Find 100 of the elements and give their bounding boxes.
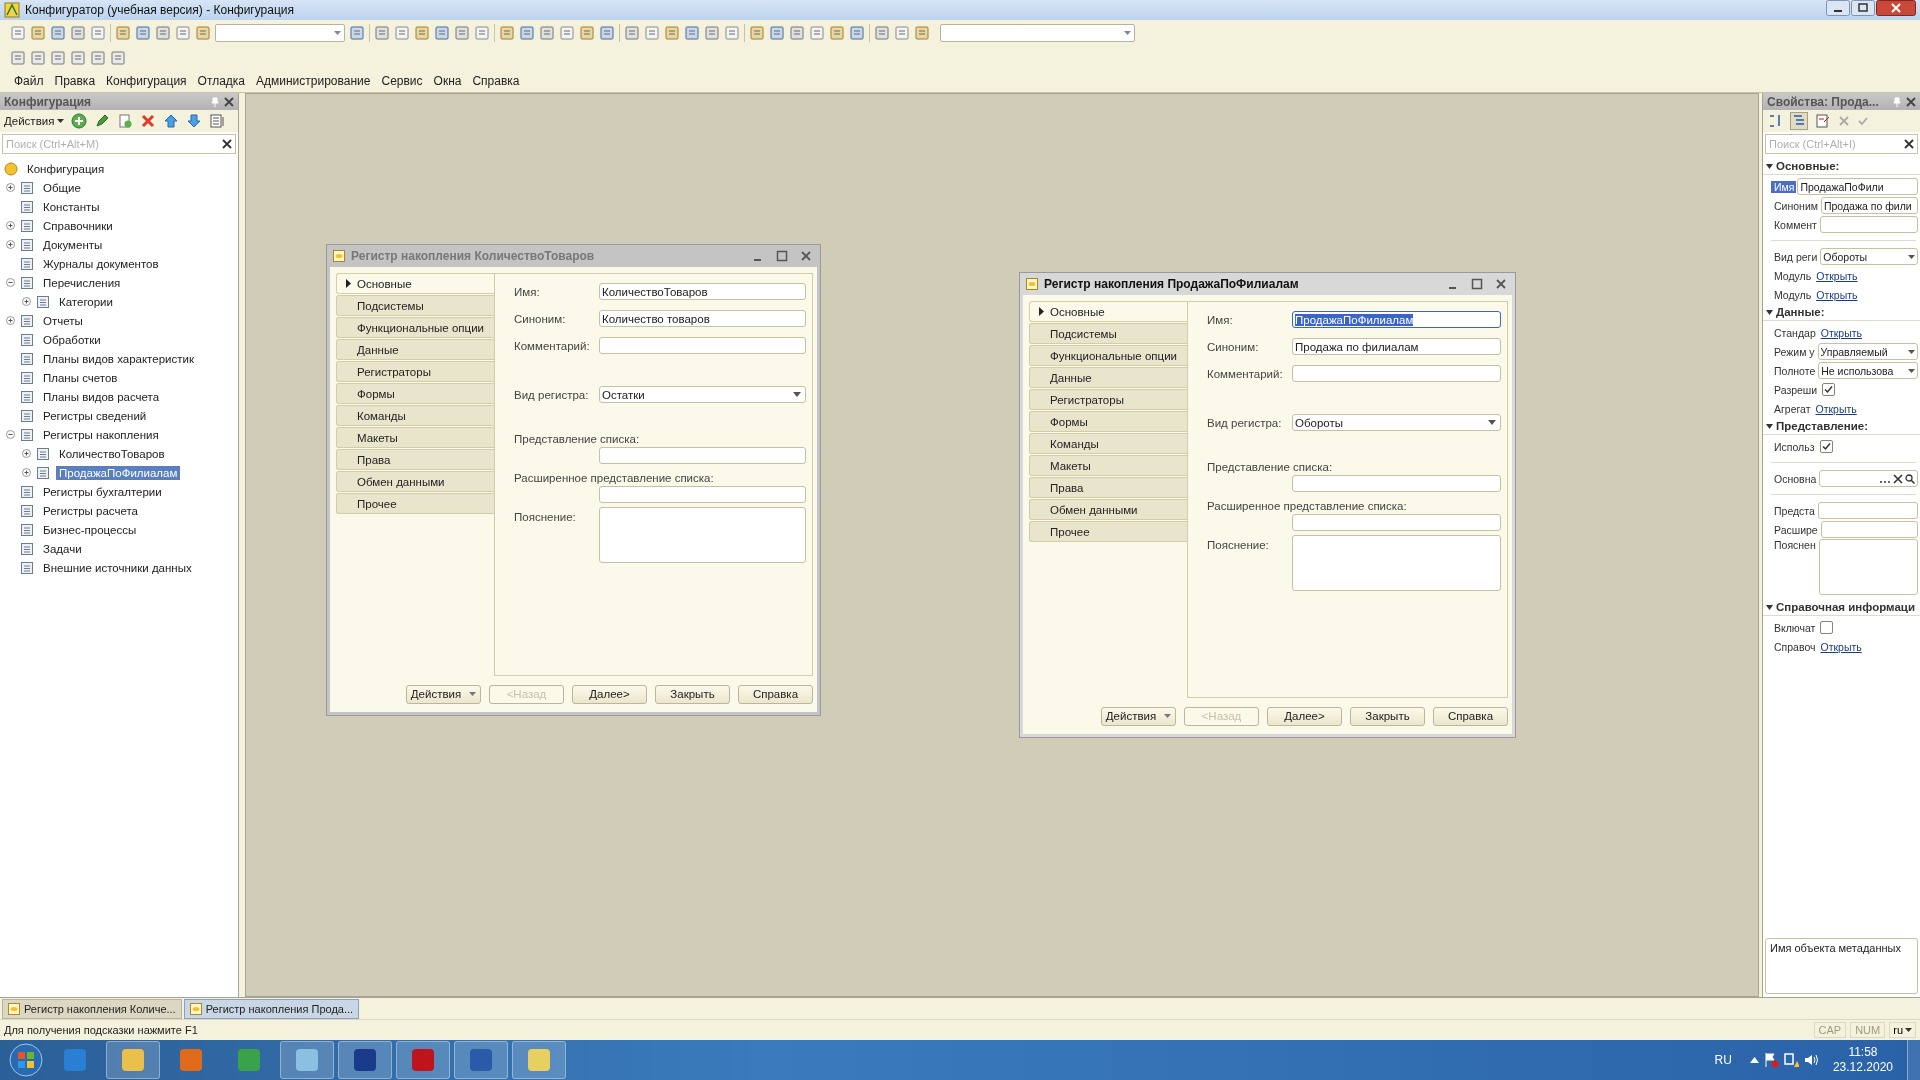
clear-icon[interactable] xyxy=(222,139,232,149)
window-tab[interactable]: Регистр накопления Количе... xyxy=(2,999,182,1019)
menu-item[interactable]: Сервис xyxy=(381,74,423,88)
dropdown-arrow-icon[interactable] xyxy=(1124,31,1131,35)
open-link[interactable]: Открыть xyxy=(1818,640,1862,653)
tree-item[interactable]: Справочники xyxy=(40,218,116,233)
toolbar-icon[interactable] xyxy=(789,25,805,41)
checkbox[interactable] xyxy=(1822,383,1836,396)
section-tab[interactable]: Обмен данными xyxy=(336,471,494,492)
dialog-button[interactable]: Закрыть xyxy=(1350,706,1425,726)
search-input[interactable]: Поиск (Ctrl+Alt+M) xyxy=(3,138,222,150)
toolbar-icon[interactable] xyxy=(474,25,490,41)
toolbar-icon[interactable] xyxy=(374,25,390,41)
tree-item[interactable]: Бизнес-процессы xyxy=(40,522,140,537)
toolbar-icon[interactable] xyxy=(559,25,575,41)
toolbar-icon[interactable] xyxy=(829,25,845,41)
clear-icon[interactable] xyxy=(1904,139,1914,149)
dropdown-field[interactable]: Не использова xyxy=(1818,362,1918,379)
close-button[interactable] xyxy=(800,250,812,262)
property-label[interactable]: Полноте xyxy=(1771,364,1818,377)
dropdown-field[interactable]: Управляемый xyxy=(1817,343,1918,360)
window-tab[interactable]: Регистр накопления Прода... xyxy=(183,999,360,1019)
property-label[interactable]: Агрегат xyxy=(1771,402,1813,415)
filter-icon[interactable] xyxy=(1815,113,1831,129)
section-tab[interactable]: Формы xyxy=(336,383,494,404)
property-label[interactable]: Использ xyxy=(1771,440,1817,453)
copy-icon[interactable] xyxy=(117,113,134,129)
expand-icon[interactable] xyxy=(21,297,31,306)
open-link[interactable]: Открыть xyxy=(1814,269,1858,282)
toolbar-icon[interactable] xyxy=(434,25,450,41)
show-desktop-button[interactable] xyxy=(1907,1040,1920,1080)
toolbar-icon[interactable] xyxy=(135,25,151,41)
menu-item[interactable]: Отладка xyxy=(197,74,246,88)
tree-item[interactable]: Регистры расчета xyxy=(40,503,141,518)
toolbar-icon[interactable] xyxy=(50,25,66,41)
text-field[interactable] xyxy=(599,337,806,354)
taskbar-button[interactable] xyxy=(106,1041,160,1079)
menu-item[interactable]: Правка xyxy=(54,74,96,88)
expand-icon[interactable] xyxy=(21,449,31,458)
tree-item[interactable]: Перечисления xyxy=(40,275,124,290)
property-label[interactable]: Вид реги xyxy=(1771,250,1820,263)
section-tab[interactable]: Подсистемы xyxy=(336,295,494,316)
toolbar-icon[interactable] xyxy=(30,50,46,66)
checkbox[interactable] xyxy=(1819,440,1833,453)
section-tab[interactable]: Обмен данными xyxy=(1029,499,1187,520)
section-tab[interactable]: Данные xyxy=(1029,367,1187,388)
actions-menu-button[interactable]: Действия xyxy=(1101,706,1176,726)
toolbar-icon[interactable] xyxy=(624,25,640,41)
toolbar-icon[interactable] xyxy=(874,25,890,41)
toolbar-icon[interactable] xyxy=(644,25,660,41)
toolbar-icon[interactable] xyxy=(499,25,515,41)
tree-item[interactable]: Журналы документов xyxy=(40,256,162,271)
dialog-button[interactable]: Далее> xyxy=(1267,706,1342,726)
start-button[interactable] xyxy=(8,1042,44,1078)
toolbar-icon[interactable] xyxy=(809,25,825,41)
text-area[interactable] xyxy=(1292,535,1501,591)
toolbar-icon[interactable] xyxy=(70,50,86,66)
tree-item[interactable]: ПродажаПоФилиалам xyxy=(56,465,181,480)
toolbar-icon[interactable] xyxy=(704,25,720,41)
toolbar-icon[interactable] xyxy=(599,25,615,41)
expand-icon[interactable] xyxy=(5,183,15,192)
text-field[interactable] xyxy=(1817,502,1918,519)
search-input[interactable]: Поиск (Ctrl+Alt+I) xyxy=(1766,138,1904,150)
toolbar-icon[interactable] xyxy=(195,25,211,41)
toolbar-icon[interactable] xyxy=(90,50,106,66)
property-label[interactable]: Синоним xyxy=(1771,199,1820,212)
arrow-down-icon[interactable] xyxy=(186,113,203,129)
dropdown-field[interactable]: Остатки xyxy=(599,386,806,403)
dropdown-arrow-icon[interactable] xyxy=(334,31,341,35)
tree-item[interactable]: Документы xyxy=(40,237,106,252)
toolbar-icon[interactable] xyxy=(349,25,365,41)
taskbar-button[interactable] xyxy=(280,1041,334,1079)
section-tab[interactable]: Основные xyxy=(1029,301,1187,322)
text-field[interactable]: Количество товаров xyxy=(599,310,806,327)
open-link[interactable]: Открыть xyxy=(1813,402,1857,415)
open-link[interactable]: Открыть xyxy=(1814,288,1858,301)
section-tab[interactable]: Регистраторы xyxy=(336,361,494,382)
search-field[interactable]: Поиск (Ctrl+Alt+I) xyxy=(1765,134,1918,154)
section-tab[interactable]: Формы xyxy=(1029,411,1187,432)
network-warning-icon[interactable] xyxy=(1782,1052,1799,1068)
clock-time[interactable]: 11:58 xyxy=(1848,1045,1878,1060)
actions-menu-button[interactable]: Действия xyxy=(406,684,481,704)
dialog-button[interactable]: Справка xyxy=(738,684,813,704)
dialog-button[interactable]: Справка xyxy=(1433,706,1508,726)
section-tab[interactable]: Прочее xyxy=(336,493,494,514)
taskbar-button[interactable] xyxy=(512,1041,566,1079)
expand-icon[interactable] xyxy=(5,240,15,249)
text-field[interactable]: Продажа по филиалам xyxy=(1292,338,1501,355)
tray-arrow-icon[interactable] xyxy=(1749,1057,1759,1063)
section-tab[interactable]: Права xyxy=(1029,477,1187,498)
section-tab[interactable]: Прочее xyxy=(1029,521,1187,542)
collapse-icon[interactable] xyxy=(5,430,15,439)
tree-item[interactable]: Категории xyxy=(56,294,116,309)
collapse-triangle-icon[interactable] xyxy=(1766,423,1773,429)
toolbar-icon[interactable] xyxy=(90,25,106,41)
property-label[interactable]: Расшире xyxy=(1771,523,1820,536)
combo-field[interactable] xyxy=(940,24,1135,42)
toolbar-icon[interactable] xyxy=(684,25,700,41)
section-tab[interactable]: Макеты xyxy=(336,427,494,448)
tree-item[interactable]: КоличествоТоваров xyxy=(56,446,168,461)
